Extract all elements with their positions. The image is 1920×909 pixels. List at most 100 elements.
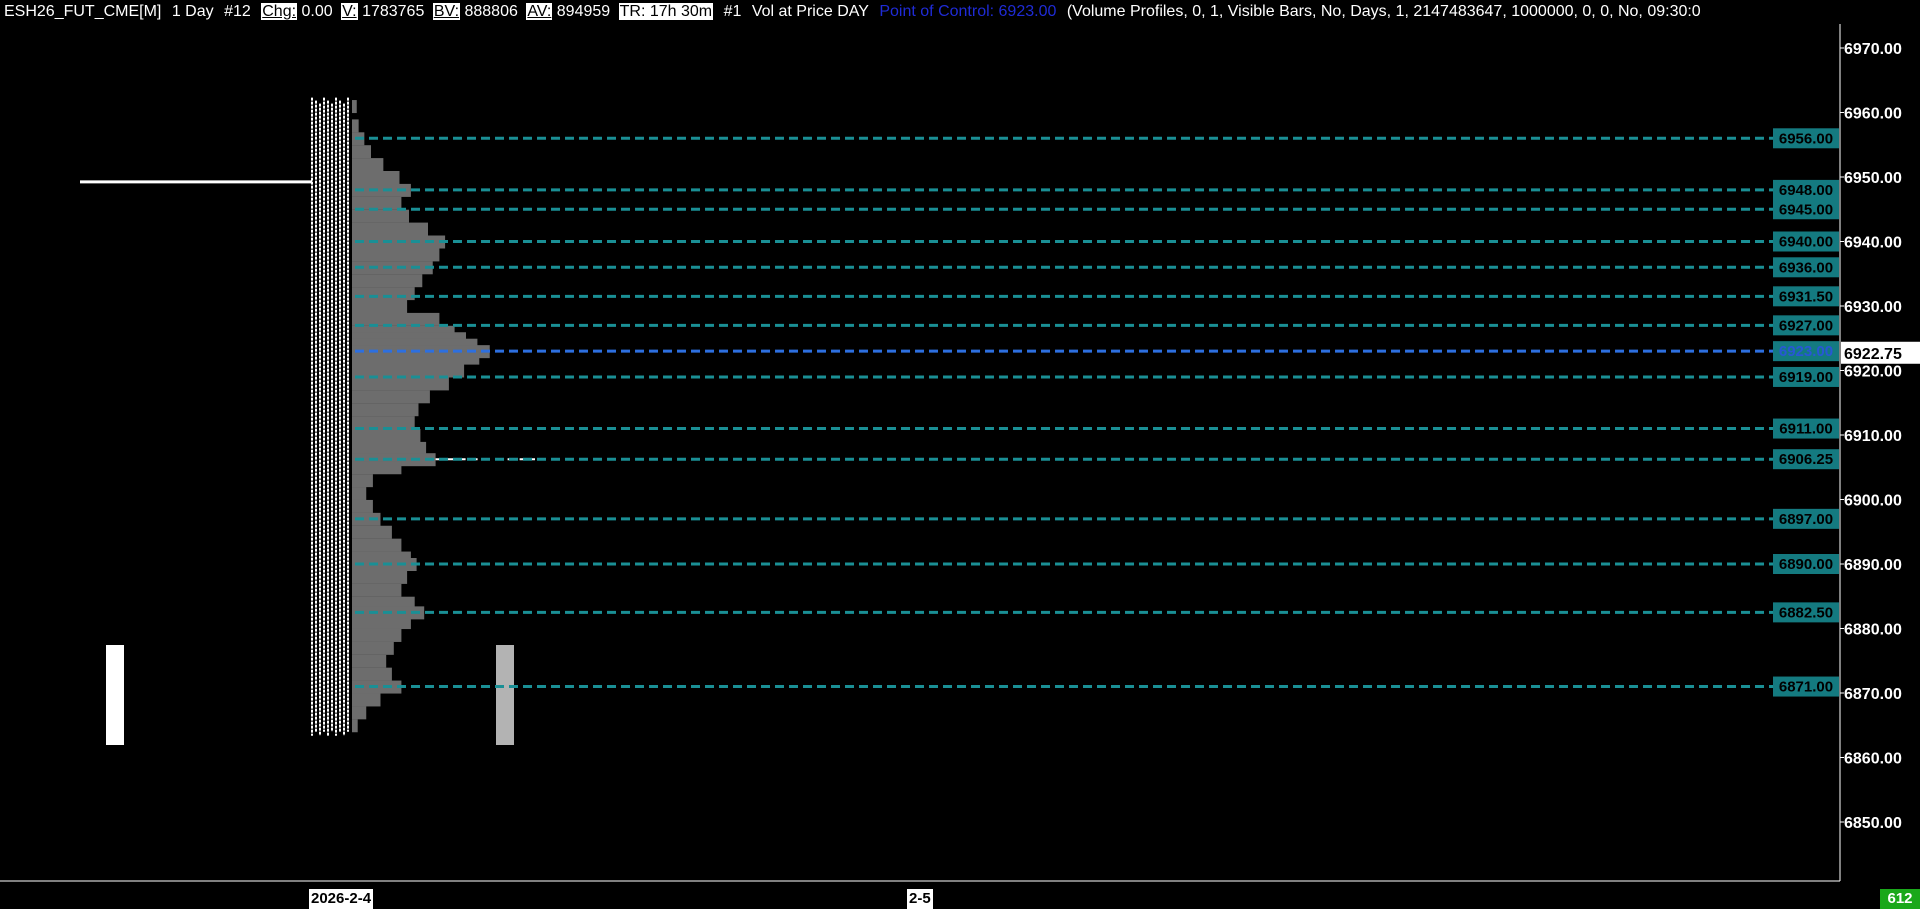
study-name-label: Vol at Price DAY [751,3,869,20]
volume-bar[interactable] [106,645,124,745]
level-label-text: 6871.00 [1779,679,1833,696]
price-axis[interactable]: 6970.00 6960.00 6950.00 6940.00 6930.00 6920.… [1840,41,1920,832]
profile-bar [352,641,394,655]
profile-bar [352,706,367,720]
study-params: (Volume Profiles, 0, 1, Visible Bars, No… [1066,3,1701,20]
study-number-label: #1 [723,3,742,20]
bv-value: 888806 [464,3,518,20]
profile-bar [352,390,430,404]
level-label[interactable]: 6945.00 [1773,199,1839,220]
chart-area[interactable]: 6956.00 6948.00 6945.00 6940.00 6936.00 6931.… [0,0,1920,909]
chart-header: ESH26_FUT_CME[M] 1 Day #12 Chg: 0.00 V: … [0,0,1840,24]
y-tick-label: 6930.00 [1844,299,1902,316]
profile-bar [352,583,402,597]
level-label-text: 6948.00 [1779,182,1833,199]
profile-bar [352,171,400,184]
profile-bar [352,145,371,159]
chg-value: 0.00 [301,3,333,20]
y-tick-label: 6880.00 [1844,622,1902,639]
y-tick-label: 6870.00 [1844,686,1902,703]
profile-bar [352,628,402,642]
profile-bar [352,248,440,262]
profile-bar [352,377,449,391]
av-label: AV: [526,3,553,20]
level-label-text: 6923.00 [1779,343,1833,360]
level-label[interactable]: 6906.25 [1773,449,1839,470]
profile-bar [352,261,433,275]
y-tick-label: 6900.00 [1844,493,1902,510]
date-label-2: 2-5 [907,889,933,909]
y-tick-label: 6890.00 [1844,557,1902,574]
level-label[interactable]: 6940.00 [1773,231,1839,252]
profile-bar [352,667,392,681]
chart-number-label: #12 [224,3,251,20]
profile-bar [352,300,408,313]
profile-bar [352,403,419,417]
level-labels: 6956.00 6948.00 6945.00 6940.00 6936.00 6931.… [1773,128,1839,697]
profile-bar [352,654,387,668]
level-label[interactable]: 6931.50 [1773,286,1839,307]
profile-bar [352,616,411,630]
profile-bar [352,274,423,288]
y-tick-label: 6960.00 [1844,106,1902,123]
level-label[interactable]: 6897.00 [1773,508,1839,529]
y-tick-label: 6950.00 [1844,170,1902,187]
y-tick-label: 6920.00 [1844,364,1902,381]
level-label-text: 6927.00 [1779,317,1833,334]
y-tick-label: 6910.00 [1844,428,1902,445]
chg-group: Chg: 0.00 [261,3,333,20]
profile-bar [352,474,373,488]
level-label[interactable]: 6882.50 [1773,602,1839,623]
v-label: V: [341,3,358,20]
level-label-text: 6906.25 [1779,451,1833,468]
volume-profile [352,100,535,733]
level-label-text: 6940.00 [1779,234,1833,251]
profile-bar [352,538,402,552]
profile-bar [352,209,409,223]
level-label[interactable]: 6919.00 [1773,366,1839,387]
profile-bar [352,499,373,513]
symbol-label: ESH26_FUT_CME[M] [4,3,162,20]
current-price-marker[interactable]: 6922.75 [1841,341,1920,364]
level-label[interactable]: 6956.00 [1773,128,1839,149]
timeframe-label: 1 Day [171,3,214,20]
profile-bar [352,461,402,475]
profile-bar [352,693,381,707]
level-label[interactable]: 6936.00 [1773,257,1839,278]
bid-volume-group: BV: 888806 [432,3,518,20]
profile-bar [352,719,358,733]
date-label-1: 2026-2-4 [309,889,374,909]
profile-bar [352,351,480,365]
v-value: 1783765 [362,3,425,20]
poc-text: Point of Control: 6923.00 [879,3,1057,20]
ask-volume-group: AV: 894959 [526,3,610,20]
level-label-text: 6945.00 [1779,201,1833,218]
level-label[interactable]: 6911.00 [1773,418,1839,439]
level-label[interactable]: 6871.00 [1773,676,1839,697]
y-tick-label: 6860.00 [1844,751,1902,768]
level-label-text: 6931.50 [1779,288,1833,305]
level-label-text: 6919.00 [1779,369,1833,386]
profile-bar [352,119,359,133]
level-label[interactable]: 6923.00 [1773,341,1839,362]
status-badge: 612 [1880,889,1920,909]
level-label[interactable]: 6890.00 [1773,554,1839,574]
profile-bar [352,100,357,114]
level-label-text: 6911.00 [1779,421,1832,438]
tpo-columns [311,97,349,736]
profile-bar [352,487,367,501]
chg-label: Chg: [261,3,298,20]
time-range-label: TR: 17h 30m [618,3,714,20]
current-price-label: 6922.75 [1844,346,1902,363]
level-label-text: 6897.00 [1779,511,1833,528]
level-label-text: 6890.00 [1779,556,1833,573]
level-label[interactable]: 6948.00 [1773,179,1839,200]
profile-bar [352,441,427,455]
level-lines [355,136,1773,689]
bv-label: BV: [432,3,461,20]
profile-bar [352,429,421,442]
level-label-text: 6882.50 [1779,604,1833,621]
profile-bar [352,287,415,301]
volume-bar[interactable] [496,645,514,745]
level-label[interactable]: 6927.00 [1773,315,1839,336]
